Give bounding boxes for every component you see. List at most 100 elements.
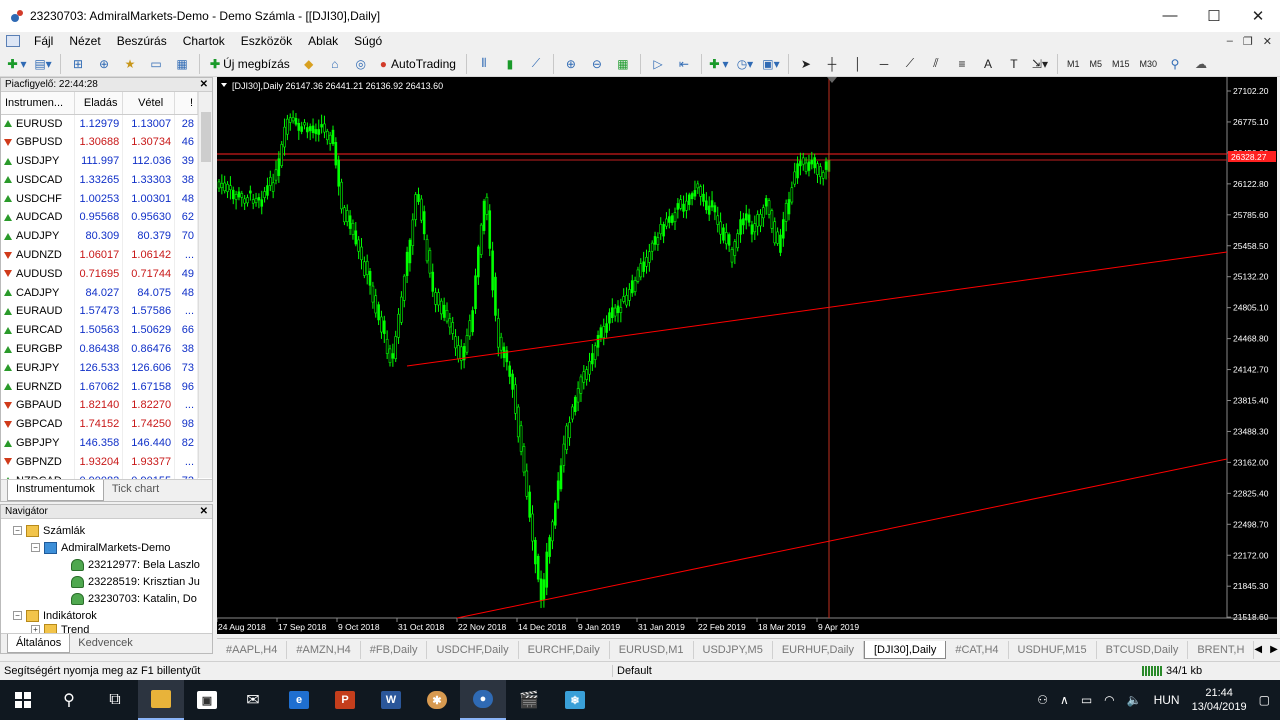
table-row[interactable]: AUDJPY 80.309 80.379 70 bbox=[1, 226, 198, 246]
chat-icon[interactable]: ☁ bbox=[1190, 53, 1212, 75]
tab-symbols[interactable]: Instrumentumok bbox=[7, 480, 104, 501]
notifications-icon[interactable]: ▢ bbox=[1259, 693, 1270, 707]
tab-scroll-left-icon[interactable]: ◀ bbox=[1254, 644, 1262, 655]
arrows-tool-icon[interactable]: ⇲▾ bbox=[1029, 53, 1051, 75]
people-icon[interactable]: ⚇ bbox=[1037, 693, 1048, 707]
menu-tools[interactable]: Eszközök bbox=[233, 34, 300, 48]
search-icon[interactable]: ⚲ bbox=[1164, 53, 1186, 75]
column-header-bid[interactable]: Eladás bbox=[74, 92, 124, 115]
chart-tab[interactable]: #AAPL,H4 bbox=[217, 640, 288, 659]
trendline-tool-icon[interactable]: ⟋ bbox=[899, 53, 921, 75]
candlestick-chart-icon[interactable]: ▮ bbox=[499, 53, 521, 75]
table-row[interactable]: EURJPY 126.533 126.606 73 bbox=[1, 358, 198, 378]
clock[interactable]: 21:44 13/04/2019 bbox=[1192, 686, 1247, 714]
chart-tab[interactable]: BTCUSD,Daily bbox=[1097, 640, 1189, 659]
timeframe-m1-button[interactable]: M1 bbox=[1067, 59, 1080, 69]
bar-chart-icon[interactable]: ⫴ bbox=[473, 53, 495, 75]
tree-account-3[interactable]: 23230703: Katalin, Do bbox=[71, 590, 197, 607]
maximize-button[interactable]: ☐ bbox=[1192, 7, 1236, 25]
table-row[interactable]: AUDNZD 1.06017 1.06142... bbox=[1, 245, 198, 265]
table-row[interactable]: USDCAD 1.33265 1.33303 38 bbox=[1, 170, 198, 190]
new-order-button[interactable]: ✚ Új megbízás bbox=[206, 53, 294, 75]
chart-tab[interactable]: BRENT,H bbox=[1188, 640, 1255, 659]
auto-scroll-icon[interactable]: ▷ bbox=[647, 53, 669, 75]
table-row[interactable]: EURUSD 1.12979 1.13007 28 bbox=[1, 114, 198, 133]
chart-shift-icon[interactable]: ⇤ bbox=[673, 53, 695, 75]
cursor-tool-icon[interactable]: ➤ bbox=[795, 53, 817, 75]
tile-windows-icon[interactable]: ▦ bbox=[612, 53, 634, 75]
mdi-minimize-button[interactable]: – bbox=[1227, 35, 1233, 48]
table-row[interactable]: EURGBP 0.86438 0.86476 38 bbox=[1, 339, 198, 359]
wifi-icon[interactable]: ◠ bbox=[1104, 693, 1114, 707]
market-watch-close-icon[interactable]: ✕ bbox=[200, 79, 208, 90]
table-row[interactable]: GBPNZD 1.93204 1.93377... bbox=[1, 452, 198, 472]
market-watch-scrollbar[interactable] bbox=[198, 92, 212, 478]
search-icon[interactable]: ⚲ bbox=[46, 680, 92, 720]
menu-view[interactable]: Nézet bbox=[61, 34, 108, 48]
snowflake-app-icon[interactable]: ❄ bbox=[552, 680, 598, 720]
autotrading-button[interactable]: ● AutoTrading bbox=[376, 53, 460, 75]
table-row[interactable]: GBPAUD 1.82140 1.82270... bbox=[1, 395, 198, 415]
table-row[interactable]: GBPUSD 1.30688 1.30734 46 bbox=[1, 132, 198, 152]
menu-window[interactable]: Ablak bbox=[300, 34, 346, 48]
channel-tool-icon[interactable]: ⫽ bbox=[925, 53, 947, 75]
table-row[interactable]: USDJPY 111.997 112.036 39 bbox=[1, 151, 198, 171]
signals-icon[interactable]: ◎ bbox=[350, 53, 372, 75]
powerpoint-icon[interactable]: P bbox=[322, 680, 368, 720]
chart-window-icon[interactable] bbox=[6, 35, 20, 47]
collapse-icon[interactable]: − bbox=[13, 611, 22, 620]
volume-icon[interactable]: 🔈 bbox=[1127, 693, 1142, 707]
text-label-tool-icon[interactable]: T bbox=[1003, 53, 1025, 75]
task-view-icon[interactable]: ⧉ bbox=[92, 680, 138, 720]
start-icon[interactable] bbox=[0, 680, 46, 720]
table-row[interactable]: AUDUSD 0.71695 0.71744 49 bbox=[1, 264, 198, 284]
market-icon[interactable]: ⌂ bbox=[324, 53, 346, 75]
timeframe-m15-button[interactable]: M15 bbox=[1112, 59, 1130, 69]
vertical-line-tool-icon[interactable]: │ bbox=[847, 53, 869, 75]
new-chart-button[interactable]: ✚ ▾ bbox=[6, 53, 28, 75]
chart-tab[interactable]: #CAT,H4 bbox=[946, 640, 1009, 659]
templates-button[interactable]: ▣▾ bbox=[760, 53, 782, 75]
price-chart[interactable]: [DJI30],Daily 26147.36 26441.21 26136.92… bbox=[217, 77, 1277, 634]
tab-favorites[interactable]: Kedvencek bbox=[70, 634, 140, 653]
navigator-toggle-icon[interactable]: ★ bbox=[119, 53, 141, 75]
file-explorer-icon[interactable] bbox=[138, 680, 184, 720]
data-window-icon[interactable]: ⊕ bbox=[93, 53, 115, 75]
terminal-toggle-icon[interactable]: ▭ bbox=[145, 53, 167, 75]
table-row[interactable]: AUDCAD 0.95568 0.95630 62 bbox=[1, 207, 198, 227]
menu-insert[interactable]: Beszúrás bbox=[109, 34, 175, 48]
crosshair-tool-icon[interactable]: ┼ bbox=[821, 53, 843, 75]
column-header-spread[interactable]: ! bbox=[174, 92, 198, 115]
table-row[interactable]: EURAUD 1.57473 1.57586... bbox=[1, 301, 198, 321]
chart-tab[interactable]: #AMZN,H4 bbox=[287, 640, 361, 659]
navigator-close-icon[interactable]: ✕ bbox=[200, 506, 208, 517]
table-row[interactable]: GBPCAD 1.74152 1.74250 98 bbox=[1, 414, 198, 434]
timeframe-m30-button[interactable]: M30 bbox=[1140, 59, 1158, 69]
market-watch-toggle-icon[interactable]: ⊞ bbox=[67, 53, 89, 75]
mdi-restore-button[interactable]: ❐ bbox=[1243, 35, 1253, 48]
table-row[interactable]: CADJPY 84.027 84.075 48 bbox=[1, 283, 198, 302]
chart-tab[interactable]: USDHUF,M15 bbox=[1009, 640, 1097, 659]
text-tool-icon[interactable]: A bbox=[977, 53, 999, 75]
menu-file[interactable]: Fájl bbox=[26, 34, 61, 48]
scrollbar-thumb[interactable] bbox=[201, 112, 211, 162]
language-indicator[interactable]: HUN bbox=[1154, 693, 1180, 707]
tree-server[interactable]: − AdmiralMarkets-Demo bbox=[31, 539, 170, 556]
profiles-button[interactable]: ▤▾ bbox=[32, 53, 54, 75]
chart-canvas[interactable]: [DJI30],Daily 26147.36 26441.21 26136.92… bbox=[217, 77, 1277, 634]
horizontal-line-tool-icon[interactable]: ─ bbox=[873, 53, 895, 75]
metaeditor-icon[interactable]: ◆ bbox=[298, 53, 320, 75]
menu-charts[interactable]: Chartok bbox=[175, 34, 233, 48]
mail-icon[interactable]: ✉ bbox=[230, 680, 276, 720]
tree-indicators[interactable]: − Indikátorok bbox=[13, 607, 97, 624]
table-row[interactable]: GBPJPY 146.358 146.440 82 bbox=[1, 433, 198, 453]
collapse-icon[interactable]: − bbox=[13, 526, 22, 535]
chart-tab[interactable]: EURCHF,Daily bbox=[519, 640, 610, 659]
video-editor-icon[interactable]: 🎬 bbox=[506, 680, 552, 720]
word-icon[interactable]: W bbox=[368, 680, 414, 720]
zoom-in-icon[interactable]: ⊕ bbox=[560, 53, 582, 75]
timeframe-m5-button[interactable]: M5 bbox=[1089, 59, 1102, 69]
close-button[interactable]: ✕ bbox=[1236, 7, 1280, 25]
chart-tab[interactable]: USDJPY,M5 bbox=[694, 640, 773, 659]
menu-help[interactable]: Súgó bbox=[346, 34, 390, 48]
